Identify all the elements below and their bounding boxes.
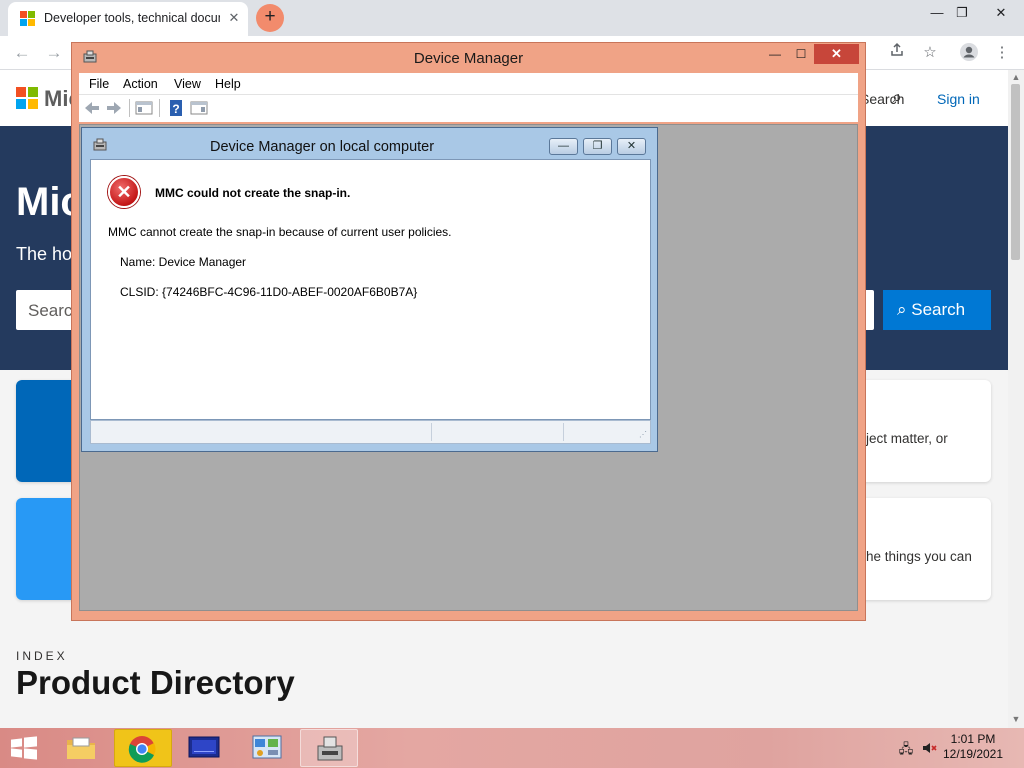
product-directory-heading: Product Directory xyxy=(16,664,295,701)
forward-arrow-icon[interactable]: → xyxy=(42,41,66,65)
dialog-titlebar[interactable]: Device Manager on local computer — ❐ ✕ xyxy=(82,128,657,159)
show-hide-action-pane-icon[interactable] xyxy=(190,100,208,116)
taskbar-control-panel[interactable] xyxy=(238,729,296,767)
search-icon: ⌕ xyxy=(897,300,912,319)
back-icon[interactable] xyxy=(83,100,101,116)
toolbar-separator xyxy=(129,99,130,117)
hero-search-button[interactable]: ⌕ Search xyxy=(883,290,991,330)
error-heading: MMC could not create the snap-in. xyxy=(155,186,351,200)
card-tile-2 xyxy=(16,498,78,600)
menu-action[interactable]: Action xyxy=(123,77,158,91)
bookmark-star-icon[interactable]: ☆ xyxy=(919,42,941,64)
status-cell xyxy=(563,423,564,441)
menu-file[interactable]: File xyxy=(89,77,109,91)
scroll-up-icon[interactable]: ▲ xyxy=(1010,72,1022,82)
windows-start-icon[interactable] xyxy=(8,736,38,760)
microsoft-logo-icon[interactable] xyxy=(16,87,38,109)
scroll-down-icon[interactable]: ▼ xyxy=(1010,714,1022,724)
mmc-window-title: Device Manager xyxy=(413,50,524,67)
scrollbar-thumb[interactable] xyxy=(1011,84,1020,260)
browser-tab-strip: Developer tools, technical documentation… xyxy=(0,0,1024,36)
device-manager-icon xyxy=(317,736,343,761)
dialog-minimize-button[interactable]: — xyxy=(549,138,578,155)
show-hide-console-tree-icon[interactable] xyxy=(135,100,153,116)
index-label: INDEX xyxy=(16,649,68,663)
mmc-close-button[interactable]: ✕ xyxy=(814,44,859,64)
svg-text:?: ? xyxy=(172,102,179,116)
forward-icon[interactable] xyxy=(105,100,123,116)
taskbar-file-explorer[interactable] xyxy=(52,729,110,767)
mmc-maximize-button[interactable]: ☐ xyxy=(788,44,814,64)
help-icon[interactable]: ? xyxy=(167,100,185,116)
share-icon[interactable] xyxy=(886,42,908,64)
taskbar-device-manager[interactable] xyxy=(300,729,358,767)
volume-muted-icon[interactable] xyxy=(921,740,937,756)
microsoft-favicon-icon xyxy=(20,11,36,27)
resize-grip-icon[interactable]: ⋰ xyxy=(639,430,647,439)
hero-search-button-label: Search xyxy=(911,300,966,319)
browser-tab[interactable]: Developer tools, technical documentation… xyxy=(8,2,248,36)
menu-view[interactable]: View xyxy=(174,77,201,91)
browser-close-button[interactable]: ✕ xyxy=(986,2,1016,24)
clock-time: 1:01 PM xyxy=(950,732,996,746)
clock-date: 12/19/2021 xyxy=(942,747,1004,761)
sign-in-link[interactable]: Sign in xyxy=(937,91,980,107)
control-panel-icon xyxy=(252,735,282,759)
taskbar-chrome[interactable] xyxy=(114,729,172,767)
dialog-restore-button[interactable]: ❐ xyxy=(583,138,612,155)
mmc-toolbar: ? xyxy=(79,95,858,122)
mmc-menubar: File Action View Help xyxy=(79,73,858,95)
remote-desktop-icon xyxy=(188,736,220,758)
network-icon[interactable]: 🖧 xyxy=(898,740,914,756)
dialog-status-bar: ⋰ xyxy=(90,420,651,444)
chrome-icon xyxy=(128,736,156,763)
card-tile-1 xyxy=(16,380,78,482)
back-arrow-icon[interactable]: ← xyxy=(10,41,34,65)
menu-help[interactable]: Help xyxy=(215,77,241,91)
error-icon: ✕ xyxy=(108,176,140,208)
profile-avatar-icon[interactable] xyxy=(958,42,980,64)
file-explorer-icon xyxy=(67,737,95,759)
mmc-minimize-button[interactable]: — xyxy=(762,44,788,64)
status-cell xyxy=(431,423,432,441)
browser-restore-button[interactable]: ❐ xyxy=(947,2,977,24)
toolbar-separator xyxy=(159,99,160,117)
dialog-title: Device Manager on local computer xyxy=(210,139,435,155)
taskbar-remote-desktop[interactable] xyxy=(176,729,234,767)
error-clsid: CLSID: {74246BFC-4C96-11D0-ABEF-0020AF6B… xyxy=(120,285,418,299)
error-snapin-name: Name: Device Manager xyxy=(120,255,247,269)
more-menu-icon[interactable]: ⋮ xyxy=(991,42,1013,64)
tab-close-icon[interactable]: ✕ xyxy=(226,9,242,27)
error-message: MMC cannot create the snap-in because of… xyxy=(108,225,452,239)
dialog-close-button[interactable]: ✕ xyxy=(617,138,646,155)
device-manager-app-icon[interactable] xyxy=(92,137,108,153)
mmc-titlebar[interactable]: Device Manager — ☐ ✕ xyxy=(72,43,865,73)
taskbar-clock[interactable]: 1:01 PM 12/19/2021 xyxy=(940,732,1006,762)
taskbar: 🖧 xyxy=(0,728,1024,768)
card-1-text: ject matter, or xyxy=(866,431,948,446)
new-tab-button[interactable]: + xyxy=(256,4,284,32)
tab-title: Developer tools, technical documentation xyxy=(44,11,220,25)
search-icon[interactable]: ⌕ xyxy=(892,87,902,108)
card-2-text: he things you can xyxy=(866,549,972,564)
